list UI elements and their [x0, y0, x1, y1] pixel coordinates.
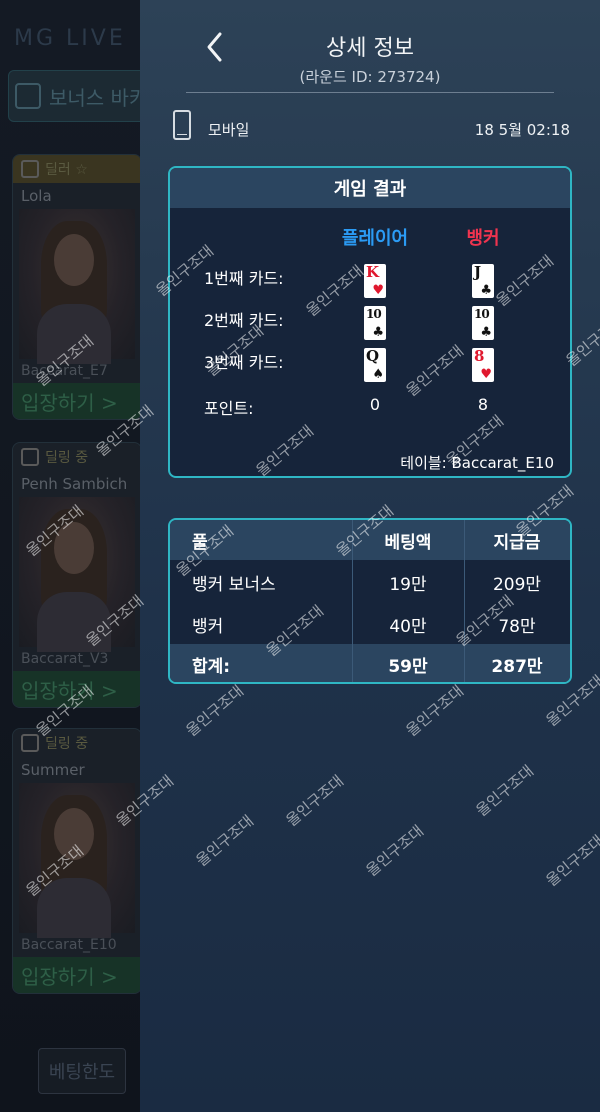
dealer-name: Lola [21, 187, 52, 205]
card-badge: 딜링 중 [13, 729, 141, 757]
round-id: (라운드 ID: 273724) [140, 66, 600, 87]
game-result-title: 게임 결과 [170, 168, 570, 208]
card-row-label: 3번째 카드: [204, 353, 284, 372]
bet-table-header: 풀 베팅액 지급금 [170, 520, 570, 560]
dealer-name: Summer [21, 761, 85, 779]
dealer-photo [19, 783, 135, 938]
card-badge: 딜러 ☆ [13, 155, 141, 183]
card-rank: K [366, 263, 380, 281]
bonus-banner-label: 보너스 바카 [49, 85, 148, 110]
page-title: 상세 정보 [326, 36, 414, 61]
table-card[interactable]: 딜링 중 Summer Baccarat_E10 입장하기 > [12, 728, 142, 994]
payout-cell: 209만 [492, 574, 542, 595]
column-divider [352, 520, 353, 682]
table-info-value: Baccarat_E10 [451, 454, 554, 472]
game-result-box: 게임 결과 플레이어 뱅커 1번째 카드: K ♥ J ♣ 2번째 카드: 10 ♣ … [168, 166, 572, 478]
card-rank: 8 [474, 347, 485, 365]
divider [186, 92, 554, 93]
points-label: 포인트: [204, 399, 254, 418]
table-icon [21, 448, 39, 466]
table-info-label: 테이블: [400, 454, 452, 472]
card-suit: ♣ [480, 283, 492, 298]
card-suit: ♥ [480, 367, 492, 382]
table-row: 뱅커 40만 78만 [170, 604, 570, 644]
table-card[interactable]: 딜러 ☆ Lola Baccarat_E7 입장하기 > [12, 154, 142, 420]
banker-points: 8 [477, 395, 489, 414]
card-rank: 10 [474, 307, 490, 321]
card-rank: Q [366, 347, 380, 365]
table-info: 테이블: Baccarat_E10 [400, 452, 554, 473]
banker-card-2: 10 ♣ [472, 306, 494, 340]
mobile-phone-icon [173, 110, 191, 140]
total-label: 합계: [192, 656, 231, 677]
bet-amount-header: 베팅액 [384, 532, 432, 553]
payout-header: 지급금 [493, 532, 541, 553]
pool-header: 풀 [192, 532, 208, 553]
dealer-name: Penh Sambich [21, 475, 128, 493]
round-datetime: 18 5월 02:18 [474, 121, 570, 139]
card-suit: ♣ [480, 325, 492, 340]
card-suit: ♣ [372, 325, 384, 340]
total-payout: 287만 [491, 656, 543, 677]
card-row-label: 1번째 카드: [204, 269, 284, 288]
banker-column-label: 뱅커 [466, 228, 500, 249]
player-points: 0 [369, 395, 381, 414]
bet-cell: 40만 [389, 616, 427, 637]
round-id-close: ) [434, 68, 441, 86]
player-card-1: K ♥ [364, 264, 386, 298]
bet-cell: 19만 [389, 574, 427, 595]
card-row-label: 2번째 카드: [204, 311, 284, 330]
dealer-photo [19, 497, 135, 652]
enter-button[interactable]: 입장하기 > [13, 957, 141, 993]
banker-card-1: J ♣ [472, 264, 494, 298]
round-id-value: 273724 [377, 68, 435, 86]
detail-panel: 상세 정보 (라운드 ID: 273724) 모바일 18 5월 02:18 게… [140, 0, 600, 1112]
table-icon [21, 734, 39, 752]
table-row: 뱅커 보너스 19만 209만 [170, 562, 570, 602]
total-row: 합계: 59만 287만 [170, 644, 570, 682]
banker-card-3: 8 ♥ [472, 348, 494, 382]
pool-cell: 뱅커 보너스 [192, 574, 276, 595]
bet-table: 풀 베팅액 지급금 뱅커 보너스 19만 209만 뱅커 40만 78만 합계:… [168, 518, 572, 684]
card-suit: ♥ [372, 283, 384, 298]
card-rank: 10 [366, 307, 382, 321]
player-card-2: 10 ♣ [364, 306, 386, 340]
table-icon [21, 160, 39, 178]
payout-cell: 78만 [498, 616, 536, 637]
enter-button[interactable]: 입장하기 > [13, 671, 141, 707]
device-label: 모바일 [208, 121, 250, 139]
mg-live-logo: MG LIVE [14, 26, 126, 51]
bet-limit-button[interactable]: 베팅한도 [38, 1048, 126, 1094]
enter-button[interactable]: 입장하기 > [13, 383, 141, 419]
player-card-3: Q ♠ [364, 348, 386, 382]
card-suit: ♠ [372, 367, 384, 382]
dealer-photo [19, 209, 135, 364]
round-id-label: (라운드 ID: [299, 68, 378, 86]
table-icon [15, 83, 41, 109]
column-divider [464, 520, 465, 682]
pool-cell: 뱅커 [192, 616, 224, 637]
card-rank: J [474, 263, 482, 281]
table-card[interactable]: 딜링 중 Penh Sambich Baccarat_V3 입장하기 > [12, 442, 142, 708]
total-bet: 59만 [388, 656, 428, 677]
card-badge: 딜링 중 [13, 443, 141, 471]
player-column-label: 플레이어 [341, 228, 409, 249]
